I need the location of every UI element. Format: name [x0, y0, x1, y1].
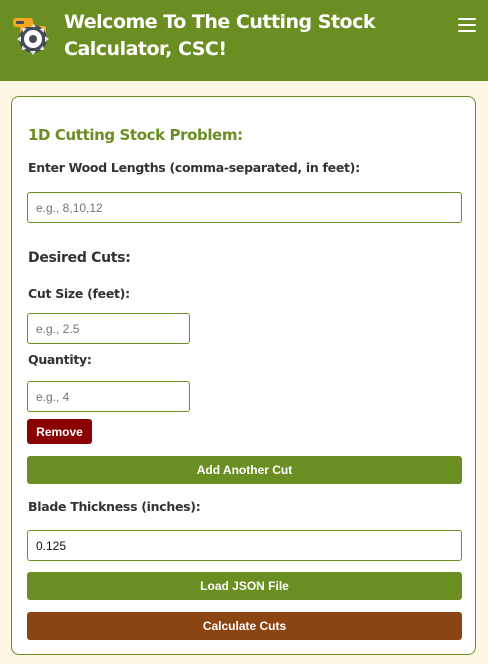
remove-cut-button[interactable]: Remove [27, 419, 92, 444]
cut-size-input[interactable] [27, 313, 190, 344]
blade-thickness-input[interactable] [27, 530, 462, 561]
calculator-form-card: 1D Cutting Stock Problem: Enter Wood Len… [11, 96, 476, 655]
add-another-cut-button[interactable]: Add Another Cut [27, 456, 462, 484]
cut-size-label: Cut Size (feet): [28, 286, 130, 301]
circular-saw-icon [13, 18, 49, 55]
section-title: 1D Cutting Stock Problem: [28, 126, 243, 144]
app-title: Welcome To The Cutting Stock Calculator,… [64, 11, 376, 60]
hamburger-menu-icon[interactable] [456, 14, 478, 36]
wood-lengths-input[interactable] [27, 192, 462, 223]
wood-lengths-label: Enter Wood Lengths (comma-separated, in … [28, 160, 360, 175]
blade-thickness-label: Blade Thickness (inches): [28, 499, 201, 514]
desired-cuts-heading: Desired Cuts: [28, 250, 131, 266]
calculate-cuts-button[interactable]: Calculate Cuts [27, 612, 462, 640]
quantity-input[interactable] [27, 381, 190, 412]
app-header: Welcome To The Cutting Stock Calculator,… [0, 0, 488, 81]
quantity-label: Quantity: [28, 352, 92, 367]
load-json-file-button[interactable]: Load JSON File [27, 572, 462, 600]
